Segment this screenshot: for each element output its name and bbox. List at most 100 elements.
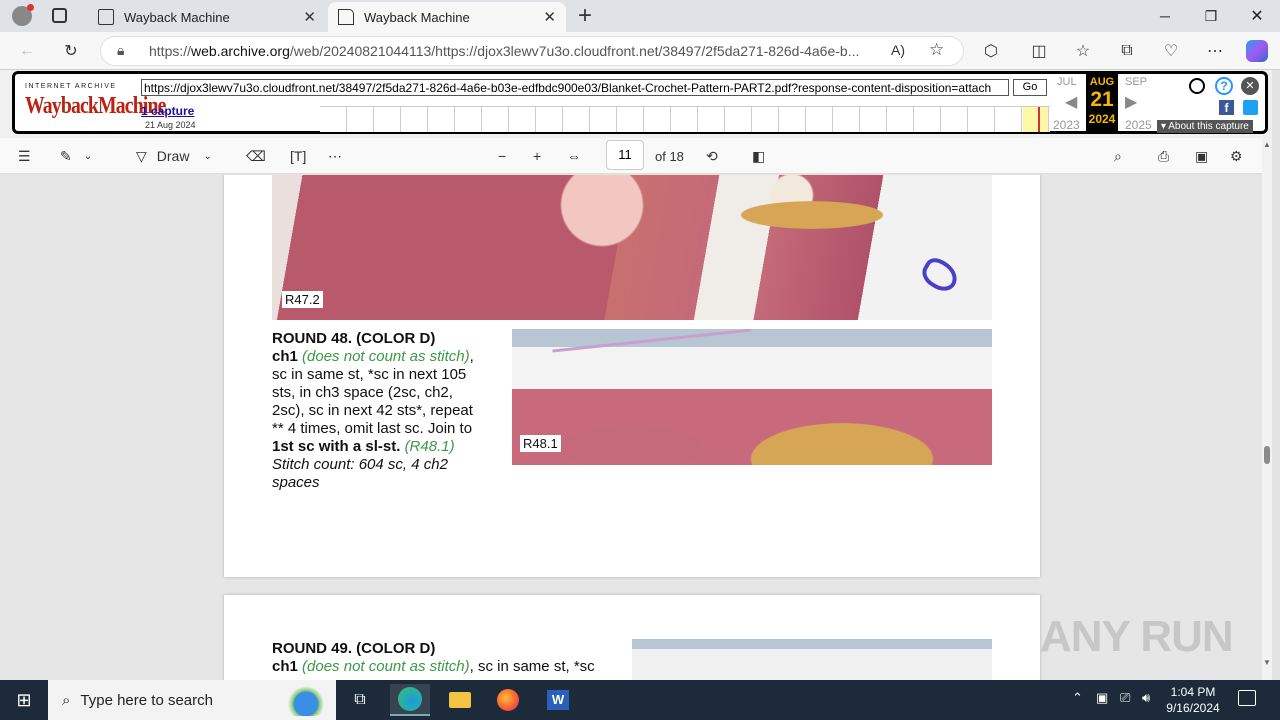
prev-arrow-icon[interactable]: ◀ [1065,92,1077,112]
url-domain: web.archive.org [191,43,290,59]
round-49-line-1: ch1 (does not count as stitch), sc in sa… [272,658,595,675]
pdf-viewer[interactable]: R47.2 ROUND 48. (COLOR D) ch1 (does not … [0,175,1262,680]
current-day: 21 [1090,88,1114,111]
search-icon[interactable]: ⌕ [1114,146,1122,166]
new-tab-button[interactable]: + [578,2,592,30]
capture-sparkline[interactable] [320,106,1050,132]
more-tools-icon[interactable]: ⋯ [328,146,342,166]
settings-gear-icon[interactable]: ⚙ [1230,146,1243,166]
close-wayback-icon[interactable]: ✕ [1241,77,1259,95]
draw-button[interactable]: ▽ Draw ⌄ [136,146,212,166]
edge-app-icon[interactable] [390,684,430,716]
read-aloud-icon[interactable]: A) [891,42,905,58]
twitter-icon[interactable] [1243,100,1258,115]
sparkline-current-year [1023,107,1048,132]
volume-icon[interactable]: 🔊︎ [1142,690,1150,706]
scroll-thumb[interactable] [1264,446,1270,464]
task-view-icon[interactable]: ⧉ [340,684,380,716]
scroll-down-arrow[interactable]: ▼ [1263,658,1271,667]
contents-icon[interactable]: ☰ [18,146,31,166]
firefox-icon[interactable] [488,684,528,716]
highlight-icon[interactable]: ✎ ⌄ [60,146,92,166]
photo-label-r47: R47.2 [282,291,323,308]
tab-title: Wayback Machine [364,9,470,25]
favorite-star-icon[interactable]: ☆ [929,40,944,60]
network-icon[interactable]: ⎚ [1120,690,1130,706]
lock-icon: 🔒︎ [117,42,125,58]
windows-taskbar: ⊞ ⌕ Type here to search ⧉ W ⌃ ▣ ⎚ 🔊︎ 1:0… [0,680,1280,720]
close-tab-icon[interactable]: ✕ [303,8,316,26]
page-number-input[interactable]: 11 [606,140,644,170]
split-screen-icon[interactable]: ◫ [1028,40,1050,62]
url-field[interactable]: 🔒︎ https://web.archive.org/web/202408210… [100,36,964,66]
current-capture-box: AUG 21 2024 [1086,74,1118,132]
draw-label: Draw [156,148,190,164]
refresh-icon[interactable]: ↻ [60,40,82,62]
captures-link[interactable]: 1 capture [141,104,194,118]
restore-button[interactable]: ❐ [1188,0,1234,32]
erase-icon[interactable]: ⌫ [246,146,266,166]
fit-width-icon[interactable]: ⇔ [567,146,581,166]
taskbar-clock[interactable]: 1:04 PM 9/16/2024 [1158,684,1228,716]
go-button[interactable]: Go [1013,79,1047,96]
round-48-line-8: spaces [272,474,320,491]
tray-chevron-icon[interactable]: ⌃ [1072,690,1083,706]
more-menu-icon[interactable]: ⋯ [1204,40,1226,62]
close-window-button[interactable]: ✕ [1234,0,1280,32]
zoom-in-icon[interactable]: + [533,146,541,166]
round-48-line-6: 1st sc with a sl-st. (R48.1) [272,438,455,455]
url-path: /web/20240821044113/https://djox3lewv7u3… [289,43,860,59]
next-arrow-icon[interactable]: ▶ [1125,92,1137,112]
document-icon [338,9,354,25]
internet-archive-label: INTERNET ARCHIVE [25,83,117,90]
account-icon[interactable] [1189,78,1205,94]
tab-wayback-2[interactable]: Wayback Machine ✕ [328,2,566,32]
tab-wayback-1[interactable]: Wayback Machine ✕ [88,2,326,32]
minimize-button[interactable]: ─ [1142,0,1188,32]
scroll-up-arrow[interactable]: ▲ [1263,140,1271,149]
save-icon[interactable]: ▣ [1195,146,1208,166]
wayback-url-input[interactable]: https://djox3lewv7u3o.cloudfront.net/384… [141,79,1009,96]
extensions-icon[interactable]: ⬡ [980,40,1002,62]
rotate-icon[interactable]: ⟲ [706,146,718,166]
close-tab-icon[interactable]: ✕ [543,8,556,26]
page-count: of 18 [655,148,684,164]
sparkline-capture-mark [1038,107,1040,132]
copilot-icon[interactable] [1246,40,1268,62]
vertical-scrollbar[interactable]: ▲ ▼ [1262,138,1272,680]
next-month-label[interactable]: SEP [1125,76,1147,88]
prev-month-label[interactable]: JUL [1057,76,1077,88]
text-icon[interactable]: [T] [290,146,306,166]
tray-device-icon[interactable]: ▣ [1096,690,1108,706]
windows-start-icon[interactable]: ⊞ [4,684,44,716]
about-capture-button[interactable]: ▾ About this capture [1157,120,1253,133]
tab-title: Wayback Machine [124,9,230,25]
facebook-icon[interactable]: f [1219,100,1234,115]
tab-actions-icon[interactable] [52,8,67,23]
url-prefix: https:// [149,43,192,59]
round-48-line-7: Stitch count: 604 sc, 4 ch2 [272,456,448,473]
print-icon[interactable]: ⎙ [1158,146,1169,166]
page-view-icon[interactable]: ◧ [752,146,765,166]
browser-essentials-icon[interactable]: ♡ [1160,40,1182,62]
profile-notification-dot [27,4,34,11]
favorites-icon[interactable]: ☆ [1072,40,1094,62]
wayback-toolbar-wrapper: INTERNET ARCHIVE WaybackMachine https://… [0,70,1272,138]
next-year-label[interactable]: 2025 [1125,118,1152,132]
current-month: AUG [1089,76,1115,88]
round-48-text: ROUND 48. (COLOR D) ch1 (does not count … [272,330,502,492]
word-icon[interactable]: W [538,684,578,716]
help-icon[interactable]: ? [1215,77,1233,95]
round-48-line-5: ** 4 times, omit last sc. Join to [272,420,473,437]
back-icon[interactable]: ← [16,40,38,62]
page-icon [98,9,114,25]
notifications-icon[interactable] [1238,690,1256,706]
collections-icon[interactable]: ⧉ [1116,40,1138,62]
round-48-title: ROUND 48. (COLOR D) [272,330,436,347]
draw-icon: ▽ [136,147,147,164]
zoom-out-icon[interactable]: − [498,146,506,166]
taskbar-search[interactable]: ⌕ Type here to search [48,680,336,720]
search-highlight-icon [266,684,330,716]
prev-year-label[interactable]: 2023 [1053,118,1080,132]
file-explorer-icon[interactable] [440,684,480,716]
